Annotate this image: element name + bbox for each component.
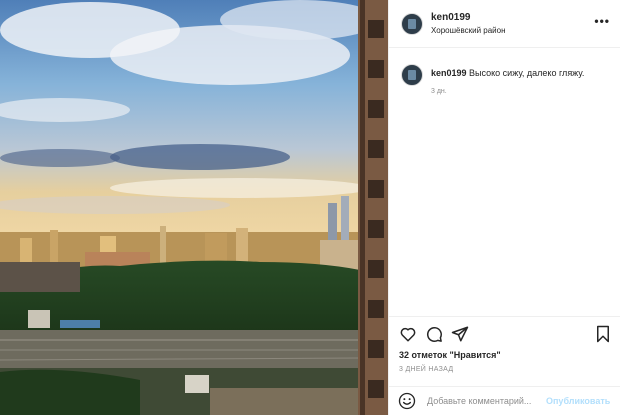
share-icon[interactable]	[451, 325, 469, 343]
post-sidebar: ken0199 Хорошёвский район ••• ken0199 Вы…	[388, 0, 620, 415]
bookmark-icon[interactable]	[594, 325, 612, 343]
avatar[interactable]	[401, 13, 423, 35]
comment-icon[interactable]	[425, 325, 443, 343]
username-link[interactable]: ken0199	[431, 12, 470, 23]
heart-icon[interactable]	[399, 325, 417, 343]
comment-input[interactable]	[427, 393, 543, 409]
post-modal: ken0199 Хорошёвский район ••• ken0199 Вы…	[0, 0, 620, 415]
caption-avatar[interactable]	[401, 64, 423, 86]
more-options-icon[interactable]: •••	[594, 14, 610, 28]
publish-button[interactable]: Опубликовать	[546, 396, 610, 406]
emoji-icon[interactable]	[398, 392, 416, 410]
location-link[interactable]: Хорошёвский район	[431, 26, 506, 35]
post-timestamp[interactable]: 3 ДНЕЙ НАЗАД	[399, 366, 453, 373]
post-photo[interactable]	[0, 0, 388, 415]
caption-time: 3 дн.	[431, 88, 447, 95]
post-header: ken0199 Хорошёвский район •••	[389, 0, 620, 48]
likes-count[interactable]: 32 отметок "Нравится"	[399, 350, 501, 360]
caption-text: Высоко сижу, далеко гляжу.	[469, 68, 585, 78]
caption-username-link[interactable]: ken0199	[431, 68, 467, 78]
caption: ken0199 Высоко сижу, далеко гляжу.	[431, 67, 611, 79]
photo-cityscape	[0, 0, 388, 415]
action-bar: 32 отметок "Нравится" 3 ДНЕЙ НАЗАД	[389, 316, 620, 386]
comment-bar: Опубликовать	[389, 386, 620, 415]
